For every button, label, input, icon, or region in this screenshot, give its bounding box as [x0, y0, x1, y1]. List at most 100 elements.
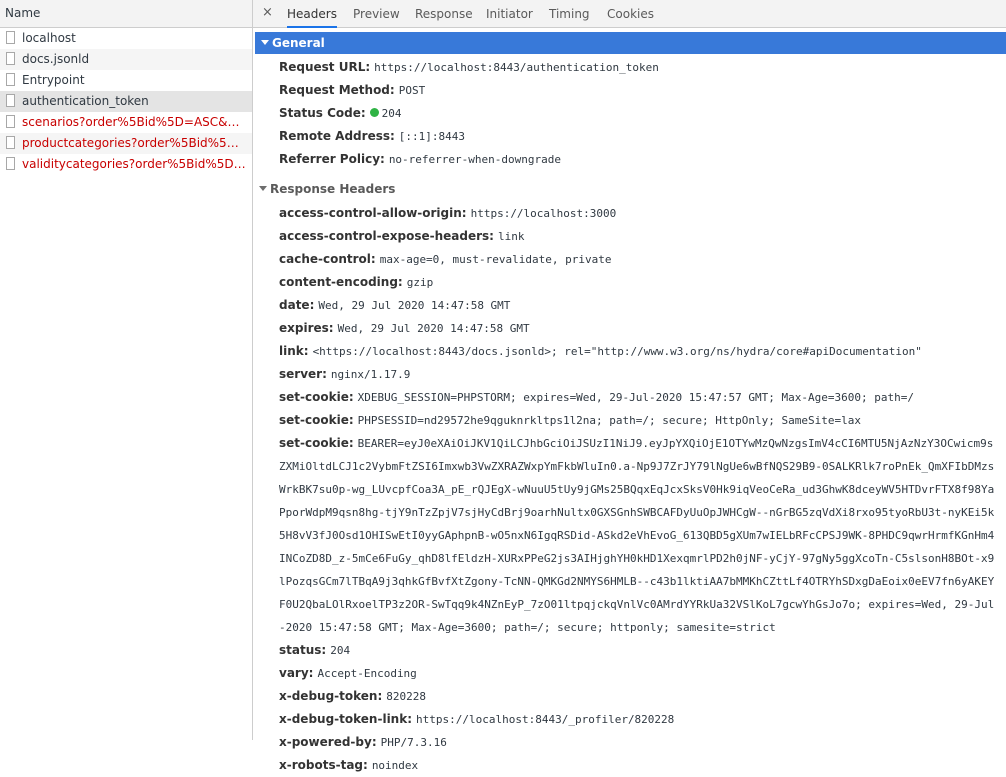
- general-section-title: General: [272, 36, 325, 50]
- response-header-row: expires: Wed, 29 Jul 2020 14:47:58 GMT: [253, 317, 1006, 340]
- header-value: https://localhost:3000: [470, 207, 617, 220]
- triangle-down-icon: [261, 40, 269, 45]
- document-icon: [6, 94, 15, 107]
- header-value: noindex: [371, 759, 419, 772]
- tab-response[interactable]: Response: [415, 0, 473, 27]
- response-headers-title: Response Headers: [270, 182, 396, 196]
- header-value: https://localhost:8443/_profiler/820228: [416, 713, 675, 726]
- request-row[interactable]: Entrypoint: [0, 70, 252, 91]
- document-icon: [6, 136, 15, 149]
- request-name: authentication_token: [22, 94, 149, 108]
- tab-headers[interactable]: Headers: [287, 0, 337, 28]
- tab-preview[interactable]: Preview: [353, 0, 400, 27]
- document-icon: [6, 31, 15, 44]
- request-name: docs.jsonld: [22, 52, 90, 66]
- general-row: Status Code: 204: [253, 102, 1006, 125]
- request-row[interactable]: localhost: [0, 28, 252, 49]
- remote-address-value: [::1]:8443: [398, 130, 466, 143]
- request-name: Entrypoint: [22, 73, 85, 87]
- request-name: scenarios?order%5Bid%5D=ASC&page…: [22, 115, 246, 129]
- header-value: BEARER=eyJ0eXAiOiJKV1QiLCJhbGciOiJSUzI1N…: [279, 437, 995, 634]
- request-row[interactable]: productcategories?order%5Bid%5D=D…: [0, 133, 252, 154]
- general-row: Request Method: POST: [253, 79, 1006, 102]
- header-key: server:: [279, 367, 327, 381]
- header-key: set-cookie:: [279, 390, 354, 404]
- header-value: PHP/7.3.16: [380, 736, 447, 749]
- request-name: productcategories?order%5Bid%5D=D…: [22, 136, 246, 150]
- remote-address-key: Remote Address:: [279, 129, 395, 143]
- header-value: max-age=0, must-revalidate, private: [379, 253, 612, 266]
- close-icon[interactable]: ×: [262, 5, 273, 20]
- response-header-row: x-debug-token-link: https://localhost:844…: [253, 708, 1006, 731]
- request-row[interactable]: validitycategories?order%5Bid%5D=D…: [0, 154, 252, 175]
- header-value: Wed, 29 Jul 2020 14:47:58 GMT: [318, 299, 511, 312]
- header-value: gzip: [406, 276, 434, 289]
- header-value: <https://localhost:8443/docs.jsonld>; re…: [312, 345, 922, 358]
- details-tabbar: × Headers Preview Response Initiator Timing C…: [253, 0, 1006, 28]
- response-header-row: x-powered-by: PHP/7.3.16: [253, 731, 1006, 754]
- status-code-key: Status Code:: [279, 106, 366, 120]
- response-headers-section: access-control-allow-origin: https://loca…: [253, 200, 1006, 777]
- general-row: Request URL: https://localhost:8443/authe…: [253, 56, 1006, 79]
- tab-initiator[interactable]: Initiator: [486, 0, 533, 27]
- general-row: Remote Address: [::1]:8443: [253, 125, 1006, 148]
- request-row[interactable]: authentication_token: [0, 91, 252, 112]
- header-key: x-debug-token:: [279, 689, 383, 703]
- header-key: set-cookie:: [279, 436, 354, 450]
- header-key: expires:: [279, 321, 334, 335]
- response-header-row: set-cookie: BEARER=eyJ0eXAiOiJKV1QiLCJhbG…: [253, 432, 997, 639]
- referrer-policy-value: no-referrer-when-downgrade: [388, 153, 561, 166]
- document-icon: [6, 157, 15, 170]
- header-key: x-debug-token-link:: [279, 712, 413, 726]
- response-header-row: cache-control: max-age=0, must-revalidate…: [253, 248, 1006, 271]
- general-section-header[interactable]: General: [255, 32, 1006, 54]
- header-key: access-control-expose-headers:: [279, 229, 494, 243]
- request-method-key: Request Method:: [279, 83, 395, 97]
- response-header-row: content-encoding: gzip: [253, 271, 1006, 294]
- document-icon: [6, 52, 15, 65]
- header-key: date:: [279, 298, 315, 312]
- status-ok-icon: [369, 108, 379, 117]
- general-section: Request URL: https://localhost:8443/authe…: [253, 54, 1006, 171]
- header-value: link: [497, 230, 525, 243]
- request-url-value: https://localhost:8443/authentication_to…: [374, 61, 659, 74]
- response-header-row: date: Wed, 29 Jul 2020 14:47:58 GMT: [253, 294, 1006, 317]
- header-key: status:: [279, 643, 327, 657]
- response-header-row: vary: Accept-Encoding: [253, 662, 1006, 685]
- document-icon: [6, 73, 15, 86]
- response-header-row: x-debug-token: 820228: [253, 685, 1006, 708]
- general-row: Referrer Policy: no-referrer-when-downgra…: [253, 148, 1006, 171]
- header-key: x-robots-tag:: [279, 758, 368, 772]
- request-name: localhost: [22, 31, 76, 45]
- header-value: 820228: [386, 690, 427, 703]
- header-key: access-control-allow-origin:: [279, 206, 467, 220]
- request-name: validitycategories?order%5Bid%5D=D…: [22, 157, 246, 171]
- response-header-row: link: <https://localhost:8443/docs.jsonld…: [253, 340, 1006, 363]
- tab-timing[interactable]: Timing: [549, 0, 590, 27]
- header-value: 204: [330, 644, 351, 657]
- request-details-panel: × Headers Preview Response Initiator Timing C…: [253, 0, 1006, 772]
- request-list: localhost docs.jsonld Entrypoint authentica…: [0, 28, 252, 175]
- header-value: Accept-Encoding: [317, 667, 417, 680]
- request-row[interactable]: docs.jsonld: [0, 49, 252, 70]
- header-value: nginx/1.17.9: [330, 368, 411, 381]
- request-list-panel: Name localhost docs.jsonld Entrypoint authe…: [0, 0, 253, 740]
- response-headers-section-header[interactable]: Response Headers: [253, 178, 1006, 200]
- triangle-down-icon: [259, 186, 267, 191]
- tab-cookies[interactable]: Cookies: [607, 0, 654, 27]
- referrer-policy-key: Referrer Policy:: [279, 152, 385, 166]
- header-value: Wed, 29 Jul 2020 14:47:58 GMT: [337, 322, 530, 335]
- response-header-row: status: 204: [253, 639, 1006, 662]
- header-key: content-encoding:: [279, 275, 403, 289]
- request-url-key: Request URL:: [279, 60, 371, 74]
- header-key: set-cookie:: [279, 413, 354, 427]
- header-key: cache-control:: [279, 252, 376, 266]
- header-key: x-powered-by:: [279, 735, 377, 749]
- response-header-row: access-control-allow-origin: https://loca…: [253, 202, 1006, 225]
- response-header-row: x-robots-tag: noindex: [253, 754, 1006, 777]
- request-row[interactable]: scenarios?order%5Bid%5D=ASC&page…: [0, 112, 252, 133]
- response-header-row: set-cookie: PHPSESSID=nd29572he9qguknrklt…: [253, 409, 1006, 432]
- response-header-row: access-control-expose-headers: link: [253, 225, 1006, 248]
- name-column-header[interactable]: Name: [0, 0, 252, 28]
- header-value: PHPSESSID=nd29572he9qguknrkltps1l2na; pa…: [357, 414, 861, 427]
